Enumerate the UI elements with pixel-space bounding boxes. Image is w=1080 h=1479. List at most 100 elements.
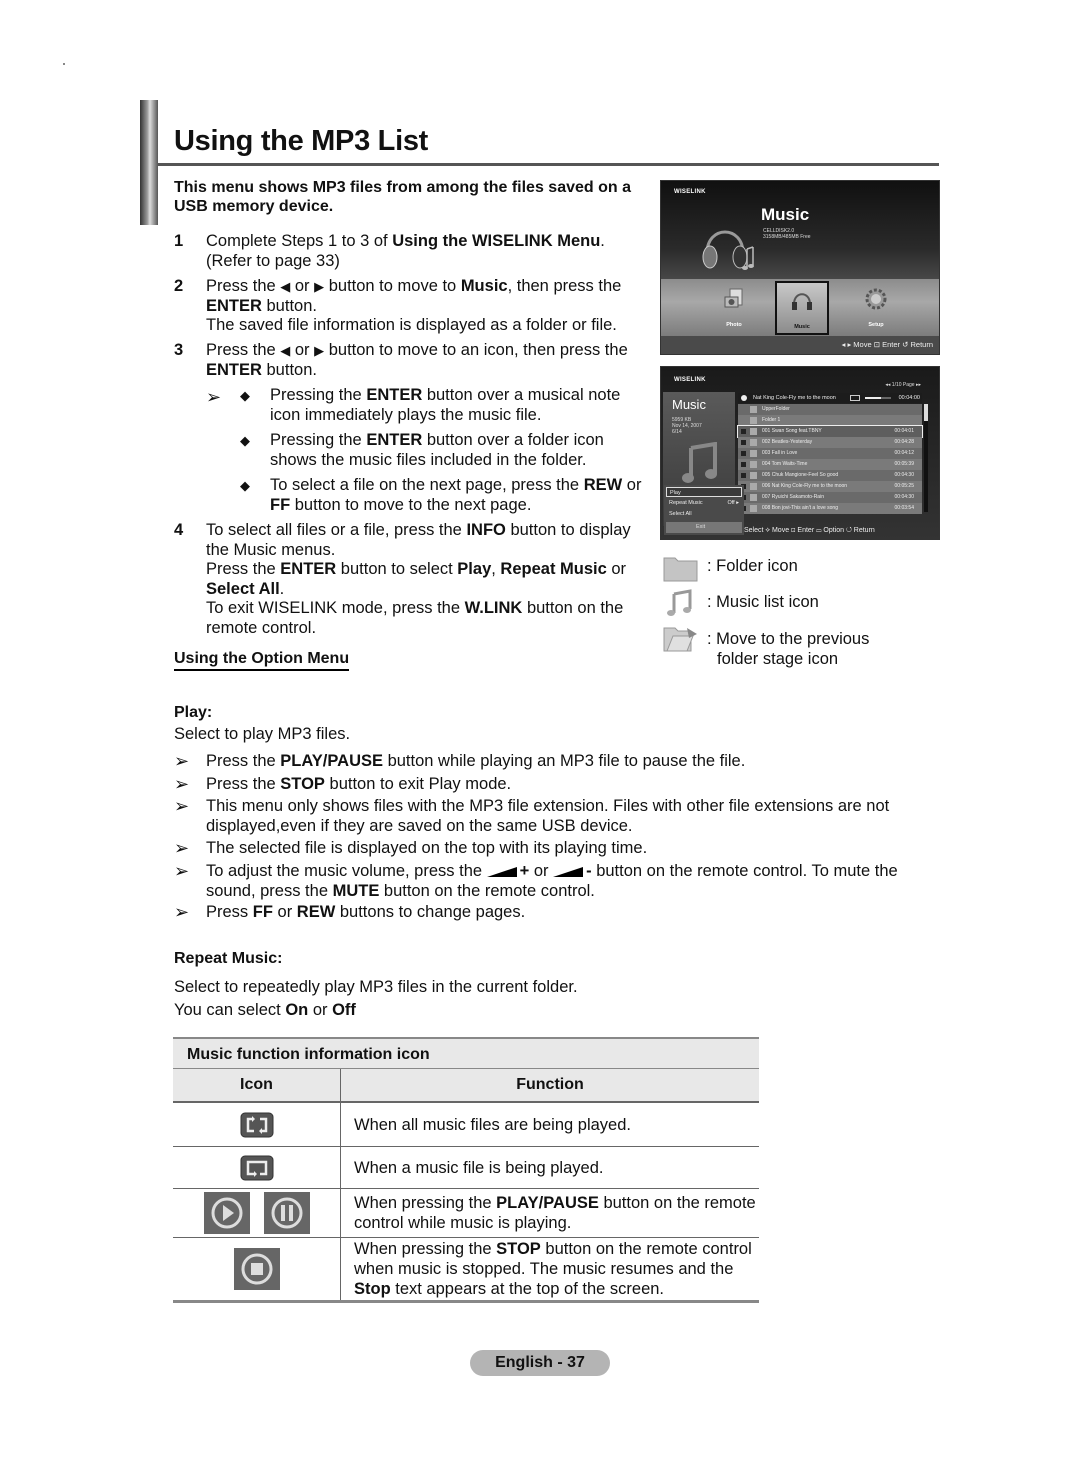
left-arrow-icon: ◀ <box>280 343 291 358</box>
repeat-options: You can select On or Off <box>174 1001 356 1019</box>
repeat-one-icon <box>240 1155 273 1180</box>
checkbox[interactable] <box>741 462 746 467</box>
playing-indicator-icon <box>741 395 747 401</box>
option-repeat-music[interactable]: Repeat Music Off ▸ <box>666 498 742 508</box>
step-1: 1 Complete Steps 1 to 3 of Using the WIS… <box>174 232 605 270</box>
headphones-icon <box>702 230 754 270</box>
headphones-icon <box>792 293 812 310</box>
note-arrow-icon: ➢ <box>174 774 190 794</box>
tile-music[interactable]: Music <box>775 281 829 335</box>
exit-button[interactable]: Exit <box>666 522 742 533</box>
note-arrow-icon: ➢ <box>174 861 190 881</box>
note-arrow-icon: ➢ <box>174 751 190 771</box>
option-menu-heading: Using the Option Menu <box>174 650 350 671</box>
music-file-row[interactable]: 002 Beatles-Yesterday 00:04:28 <box>738 437 922 448</box>
folder-row[interactable]: Folder 1 <box>738 415 922 426</box>
intro-text: This menu shows MP3 files from among the… <box>174 179 631 215</box>
music-note-icon <box>750 428 757 435</box>
tv-list-title: Music <box>672 397 706 412</box>
tv-list-footer: Select ⟡ Move ⊡ Enter ▭ Option ↺ Return <box>744 527 875 534</box>
folder-icon <box>750 417 757 424</box>
right-arrow-icon: ▶ <box>314 343 325 358</box>
folder-icon <box>663 557 698 582</box>
repeat-icon <box>850 395 860 401</box>
music-file-row[interactable]: 004 Tom Waits-Time 00:05:39 <box>738 459 922 470</box>
table-title: Music function information icon <box>173 1037 759 1069</box>
table-header-row: Icon Function <box>173 1069 759 1103</box>
music-file-row[interactable]: 003 Fall in Love 00:04:12 <box>738 448 922 459</box>
file-meta: 5959 KB Nov 14, 2007 6/14 <box>672 417 702 435</box>
legend-folder: : Folder icon <box>707 557 798 575</box>
music-list-icon <box>667 589 692 616</box>
table-row: When pressing the STOP button on the rem… <box>173 1238 759 1303</box>
legend-music-list: : Music list icon <box>707 593 819 611</box>
col-icon-header: Icon <box>173 1069 341 1101</box>
volume-icon <box>486 866 517 877</box>
note-arrow-icon: ➢ <box>174 838 190 858</box>
stop-icon <box>233 1248 280 1290</box>
gear-icon <box>865 288 887 310</box>
step-4: 4 To select all files or a file, press t… <box>174 521 631 637</box>
step-3: 3 Press the ◀ or ▶ button to move to an … <box>174 341 628 379</box>
diamond-bullet-icon: ◆ <box>240 388 250 403</box>
disk-info: CELLDISK2.0 3158MB/485MB Free <box>763 228 811 240</box>
note-arrow-icon: ➢ <box>174 796 190 816</box>
wiselink-logo: WISELINK <box>674 189 706 195</box>
wiselink-logo: WISELINK <box>674 377 706 383</box>
step-2: 2 Press the ◀ or ▶ button to move to Mus… <box>174 277 622 334</box>
diamond-bullet-icon: ◆ <box>240 433 250 448</box>
music-note-icon <box>750 494 757 501</box>
note-arrow-icon: ➢ <box>174 902 190 922</box>
music-file-row[interactable]: 005 Chuk Mangione-Feel So good 00:04:30 <box>738 470 922 481</box>
music-function-table: Music function information icon Icon Fun… <box>173 1037 759 1303</box>
option-play[interactable]: Play <box>666 487 742 497</box>
left-arrow-icon: ◀ <box>280 279 291 294</box>
music-note-icon <box>750 461 757 468</box>
checkbox[interactable] <box>741 440 746 445</box>
page-title: Using the MP3 List <box>174 125 429 157</box>
table-row: When all music files are being played. <box>173 1103 759 1147</box>
col-function-header: Function <box>516 1076 584 1093</box>
checkbox[interactable] <box>741 473 746 478</box>
tile-photo[interactable]: Photo <box>709 281 759 331</box>
scrollbar[interactable] <box>924 404 928 512</box>
page-number-badge: English - 37 <box>470 1350 610 1376</box>
progress-track <box>865 397 891 399</box>
music-note-icon <box>682 442 717 483</box>
tv-home-title: Music <box>761 205 810 224</box>
music-file-row[interactable]: 007 Ryuichi Sakamoto-Rain 00:04:30 <box>738 492 922 503</box>
previous-folder-icon <box>750 406 757 413</box>
progress-fill <box>865 397 881 399</box>
page-indicator: ◂◂ 1/10 Page ▸▸ <box>885 382 921 388</box>
checkbox[interactable] <box>741 429 746 434</box>
music-file-list: UpperFolder Folder 1 001 Swan Song feat.TB… <box>737 404 923 514</box>
previous-folder-icon <box>663 627 697 652</box>
scrollbar-thumb[interactable] <box>924 404 928 421</box>
scan-dot <box>63 63 65 65</box>
tv-music-list-screenshot: WISELINK ◂◂ 1/10 Page ▸▸ Music 5959 KB No… <box>660 366 940 540</box>
diamond-bullet-icon: ◆ <box>240 478 250 493</box>
music-file-row[interactable]: 008 Bon jovi-This ain't a love song 00:03… <box>738 503 922 514</box>
now-playing-bar: Nat King Cole-Fly me to the moon 00:04:0… <box>738 393 922 403</box>
checkbox[interactable] <box>741 451 746 456</box>
repeat-heading: Repeat Music: <box>174 950 283 967</box>
music-note-icon <box>750 505 757 512</box>
option-menu: Play Repeat Music Off ▸ Select All Exit <box>664 485 744 535</box>
music-file-row[interactable]: 001 Swan Song feat.TBNY 00:04:01 <box>737 425 923 438</box>
repeat-desc: Select to repeatedly play MP3 files in t… <box>174 978 578 996</box>
option-select-all[interactable]: Select All <box>666 509 742 519</box>
table-row: When pressing the PLAY/PAUSE button on t… <box>173 1189 759 1238</box>
music-file-row[interactable]: 006 Nat King Cole-Fly me to the moon 00:0… <box>738 481 922 492</box>
play-desc: Select to play MP3 files. <box>174 725 351 743</box>
music-note-icon <box>750 439 757 446</box>
music-note-icon <box>750 483 757 490</box>
play-icon <box>203 1192 250 1234</box>
folder-row[interactable]: UpperFolder <box>738 404 922 415</box>
repeat-all-icon <box>240 1112 273 1137</box>
pause-icon <box>263 1192 310 1234</box>
music-note-icon <box>750 472 757 479</box>
photo-icon <box>724 288 743 308</box>
title-accent-bar <box>140 100 158 225</box>
tile-setup[interactable]: Setup <box>851 281 901 331</box>
play-heading: Play: <box>174 704 213 721</box>
